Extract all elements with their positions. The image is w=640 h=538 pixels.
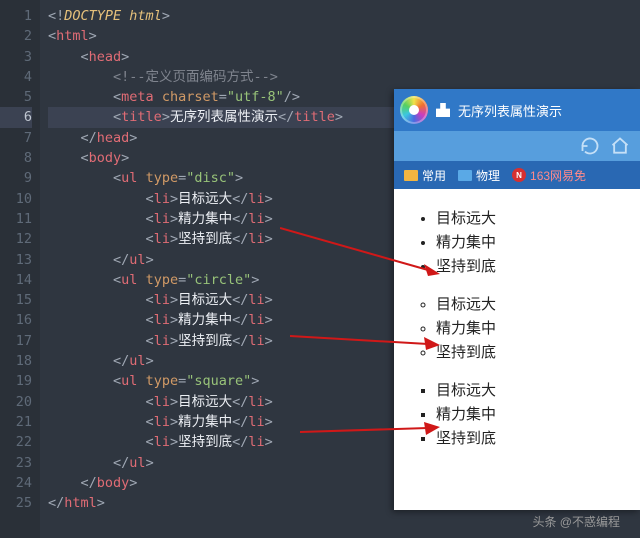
netease-icon: N [512,168,526,182]
bookmark-label: 物理 [476,167,500,184]
bookmark-item[interactable]: 常用 [404,167,446,184]
list-item: 坚持到底 [436,427,616,451]
rendered-list: 目标远大精力集中坚持到底 [418,379,616,451]
list-item: 目标远大 [436,207,616,231]
line-gutter: 1234567891011121314151617181920212223242… [0,0,40,538]
list-item: 目标远大 [436,293,616,317]
browser-body: 目标远大精力集中坚持到底目标远大精力集中坚持到底目标远大精力集中坚持到底 [394,189,640,483]
list-item: 坚持到底 [436,341,616,365]
list-item: 精力集中 [436,231,616,255]
bookmark-item[interactable]: 物理 [458,167,500,184]
bookmark-label: 常用 [422,167,446,184]
browser-titlebar: 无序列表属性演示 [394,89,640,131]
refresh-icon[interactable] [580,136,600,156]
list-item: 坚持到底 [436,255,616,279]
list-item: 精力集中 [436,403,616,427]
folder-icon [404,170,418,181]
browser-logo-icon [400,96,428,124]
folder-icon [458,170,472,181]
browser-window: 无序列表属性演示 常用 物理 N163网易免 目标远大精力集中坚持到底目标远大精… [394,89,640,510]
page-icon [436,103,450,117]
list-item: 目标远大 [436,379,616,403]
browser-tab-title: 无序列表属性演示 [458,101,562,120]
bookmarks-bar: 常用 物理 N 163网易免 [394,161,640,189]
bookmark-label: 163网易免 [530,167,586,184]
watermark: 头条 @不惑编程 [532,513,620,530]
bookmark-item[interactable]: N 163网易免 [512,167,586,184]
rendered-list: 目标远大精力集中坚持到底 [418,293,616,365]
rendered-list: 目标远大精力集中坚持到底 [418,207,616,279]
browser-toolbar [394,131,640,161]
home-icon[interactable] [610,136,630,156]
list-item: 精力集中 [436,317,616,341]
